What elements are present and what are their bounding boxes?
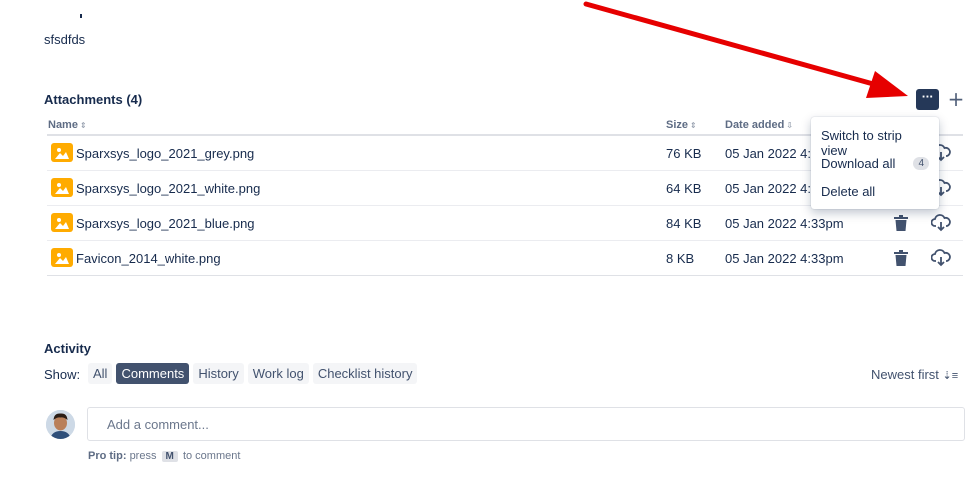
annotation-arrow-icon	[583, 1, 908, 98]
